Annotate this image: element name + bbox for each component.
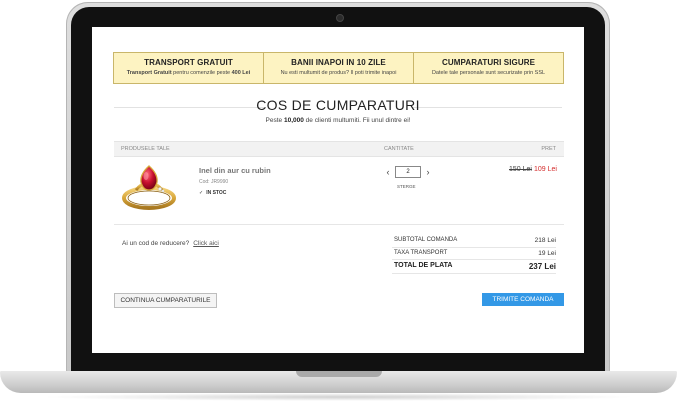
continue-shopping-button[interactable]: CONTINUA CUMPARATURILE <box>114 293 217 308</box>
discount-code-link[interactable]: Click aici <box>193 240 219 247</box>
old-price: 150 Lei <box>509 166 532 173</box>
banner-secure-shopping: CUMPARATURI SIGURE Datele tale personale… <box>413 52 564 84</box>
row-divider <box>114 224 564 225</box>
laptop-shadow <box>40 393 637 401</box>
cart-table-header: PRODUSELE TALE CANTITATE PRET <box>114 141 564 157</box>
laptop-base-notch <box>296 371 382 377</box>
summary-divider <box>392 247 556 248</box>
sale-price: 109 Lei <box>534 166 557 173</box>
page-title: COS DE CUMPARATURI <box>256 97 420 113</box>
banner-subtitle: Transport Gratuit pentru comenzile peste… <box>126 70 251 76</box>
summary-divider <box>392 259 556 260</box>
column-products: PRODUSELE TALE <box>121 146 170 152</box>
banner-subtitle: Nu esti multumit de produs? Il poti trim… <box>280 70 397 76</box>
total-label: TOTAL DE PLATA <box>394 262 453 269</box>
chevron-left-icon[interactable]: ‹ <box>384 167 392 177</box>
total-value: 237 Lei <box>528 262 556 271</box>
stock-status: ✓ IN STOC <box>199 190 227 196</box>
check-icon: ✓ <box>199 190 204 196</box>
submit-order-button[interactable]: TRIMITE COMANDA <box>482 293 564 306</box>
page-subtitle: Peste 10,000 de clienti multumiti. Fii u… <box>265 117 411 124</box>
product-image[interactable] <box>120 162 178 212</box>
quantity-stepper: ‹ 2 › <box>384 166 432 178</box>
column-price: PRET <box>541 146 556 152</box>
subtotal-value: 218 Lei <box>534 237 556 244</box>
banner-title: BANII INAPOI IN 10 ZILE <box>291 58 386 67</box>
banner-title: TRANSPORT GRATUIT <box>144 58 233 67</box>
subtotal-label: SUBTOTAL COMANDA <box>394 237 458 243</box>
benefits-banner: TRANSPORT GRATUIT Transport Gratuit pent… <box>113 52 564 84</box>
chevron-right-icon[interactable]: › <box>424 167 432 177</box>
banner-title: CUMPARATURI SIGURE <box>441 58 536 67</box>
shipping-value: 19 Lei <box>538 250 556 257</box>
product-code: Cod: JR9990 <box>199 179 229 185</box>
banner-subtitle: Datele tale personale sunt securizate pr… <box>431 70 546 76</box>
banner-money-back: BANII INAPOI IN 10 ZILE Nu esti multumit… <box>263 52 414 84</box>
summary-divider <box>392 273 556 274</box>
webcam-icon <box>336 14 344 22</box>
discount-code-prompt: Ai un cod de reducere? Click aici <box>122 240 219 247</box>
laptop-screen: TRANSPORT GRATUIT Transport Gratuit pent… <box>92 27 584 353</box>
remove-item-link[interactable]: STERGE <box>397 184 416 189</box>
banner-free-shipping: TRANSPORT GRATUIT Transport Gratuit pent… <box>113 52 264 84</box>
shipping-label: TAXA TRANSPORT <box>394 250 448 256</box>
quantity-input[interactable]: 2 <box>395 166 421 178</box>
product-name[interactable]: Inel din aur cu rubin <box>199 166 271 175</box>
column-quantity: CANTITATE <box>384 146 414 152</box>
